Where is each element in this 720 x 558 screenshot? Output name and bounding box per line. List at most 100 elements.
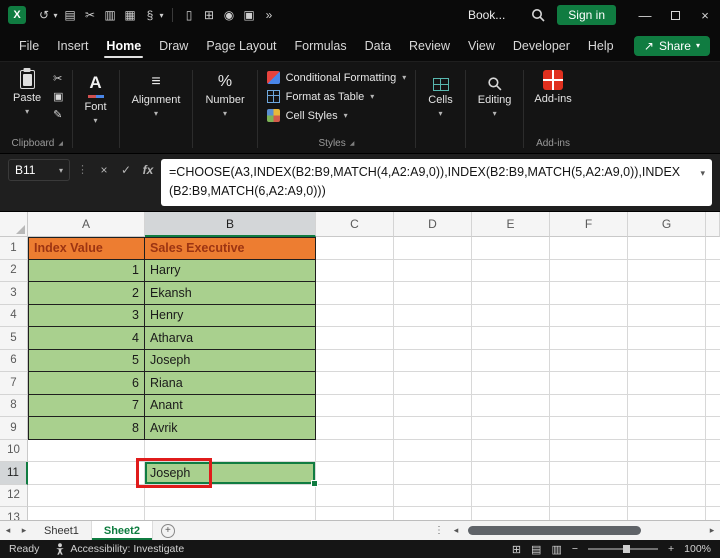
formula-input[interactable]: =CHOOSE(A3,INDEX(B2:B9,MATCH(4,A2:A9,0))… (161, 159, 712, 206)
cancel-button[interactable]: × (95, 159, 113, 181)
tab-file[interactable]: File (10, 30, 48, 61)
cell-D11[interactable] (394, 462, 472, 485)
alignment-button[interactable]: ≡ Alignment ▾ (123, 65, 190, 124)
tab-formulas[interactable]: Formulas (286, 30, 356, 61)
column-header-F[interactable]: F (550, 212, 628, 237)
cell-E4[interactable] (472, 304, 550, 327)
cell-G4[interactable] (628, 304, 706, 327)
scrollbar-track[interactable] (464, 521, 704, 540)
column-header-partial[interactable] (706, 212, 720, 237)
tab-data[interactable]: Data (356, 30, 400, 61)
cell-C11[interactable] (316, 462, 394, 485)
row-header-1[interactable]: 1 (0, 237, 28, 260)
paste-button[interactable]: Paste ▾ (6, 65, 48, 121)
row-header-5[interactable]: 5 (0, 327, 28, 350)
zoom-level[interactable]: 100% (684, 543, 711, 555)
cell-A6[interactable]: 5 (28, 349, 145, 372)
cell-A11[interactable] (28, 462, 145, 485)
sheet-tab-sheet2[interactable]: Sheet2 (91, 521, 153, 540)
accessibility-status[interactable]: Accessibility: Investigate (55, 543, 184, 555)
cell-G6[interactable] (628, 349, 706, 372)
cell-A10[interactable] (28, 439, 145, 462)
cell-B9[interactable]: Avrik (145, 417, 316, 440)
tab-draw[interactable]: Draw (150, 30, 197, 61)
cell-D10[interactable] (394, 439, 472, 462)
cell-F3[interactable] (550, 282, 628, 305)
row-header-8[interactable]: 8 (0, 394, 28, 417)
cell-E7[interactable] (472, 372, 550, 395)
sign-in-button[interactable]: Sign in (557, 5, 616, 25)
insert-function-button[interactable]: fx (139, 159, 157, 181)
cell-E13[interactable] (472, 507, 550, 520)
cell-G9[interactable] (628, 417, 706, 440)
cell-C8[interactable] (316, 394, 394, 417)
cell-A3[interactable]: 2 (28, 282, 145, 305)
cell-G5[interactable] (628, 327, 706, 350)
cell-C5[interactable] (316, 327, 394, 350)
chevron-down-icon[interactable]: ▾ (157, 11, 166, 20)
cell-B7[interactable]: Riana (145, 372, 316, 395)
conditional-formatting-button[interactable]: Conditional Formatting ▾ (266, 71, 406, 84)
cell-F6[interactable] (550, 349, 628, 372)
cell-D12[interactable] (394, 484, 472, 507)
cell[interactable] (706, 485, 720, 507)
cell-G1[interactable] (628, 237, 706, 260)
cell-E3[interactable] (472, 282, 550, 305)
row-header-4[interactable]: 4 (0, 304, 28, 327)
cell-A1[interactable]: Index Value (28, 237, 145, 260)
cell-E9[interactable] (472, 417, 550, 440)
select-all-corner[interactable] (0, 212, 28, 237)
cell-C1[interactable] (316, 237, 394, 260)
sheet-nav-right-icon[interactable]: ▸ (16, 525, 32, 536)
cell[interactable] (706, 260, 720, 282)
cell-B8[interactable]: Anant (145, 394, 316, 417)
dialog-launcher-icon[interactable]: ◢ (350, 140, 355, 147)
cells-button[interactable]: Cells ▾ (419, 65, 461, 124)
cell-A4[interactable]: 3 (28, 304, 145, 327)
format-painter-button[interactable]: ✎ (53, 108, 63, 121)
cell-F9[interactable] (550, 417, 628, 440)
cell-C2[interactable] (316, 259, 394, 282)
cell-G7[interactable] (628, 372, 706, 395)
cell-D8[interactable] (394, 394, 472, 417)
cell-G10[interactable] (628, 439, 706, 462)
cell-A12[interactable] (28, 484, 145, 507)
cell-B4[interactable]: Henry (145, 304, 316, 327)
row-header-7[interactable]: 7 (0, 372, 28, 395)
column-header-A[interactable]: A (28, 212, 145, 237)
tab-view[interactable]: View (459, 30, 504, 61)
formula-bar-expand-icon[interactable]: ▾ (700, 164, 705, 183)
tab-insert[interactable]: Insert (48, 30, 97, 61)
cell-styles-button[interactable]: Cell Styles ▾ (266, 109, 407, 122)
new-sheet-button[interactable]: + (160, 523, 175, 538)
cell-A5[interactable]: 4 (28, 327, 145, 350)
row-header-11[interactable]: 11 (0, 462, 28, 485)
scroll-right-icon[interactable]: ▸ (704, 525, 720, 536)
cell-E10[interactable] (472, 439, 550, 462)
table-icon[interactable]: ▣ (239, 8, 259, 22)
grid-icon[interactable]: ⊞ (199, 8, 219, 22)
cell[interactable] (706, 462, 720, 485)
cell[interactable] (706, 282, 720, 305)
cell-B11-active[interactable]: Joseph (145, 462, 318, 486)
cell-F4[interactable] (550, 304, 628, 327)
cell-E6[interactable] (472, 349, 550, 372)
row-header-10[interactable]: 10 (0, 439, 28, 462)
cell-C13[interactable] (316, 507, 394, 520)
cell-C12[interactable] (316, 484, 394, 507)
sheet-tab-sheet1[interactable]: Sheet1 (32, 521, 92, 540)
cell-F1[interactable] (550, 237, 628, 260)
cell-F2[interactable] (550, 259, 628, 282)
cell-D1[interactable] (394, 237, 472, 260)
column-header-B[interactable]: B (145, 212, 316, 237)
normal-view-icon[interactable]: ⊞ (512, 543, 521, 556)
name-box[interactable]: B11 ▾ (8, 159, 70, 181)
row-header-12[interactable]: 12 (0, 484, 28, 507)
column-header-G[interactable]: G (628, 212, 706, 237)
tab-home[interactable]: Home (97, 30, 150, 61)
scroll-left-icon[interactable]: ◂ (448, 525, 464, 536)
tab-scrollbar-divider[interactable]: ⋮ (430, 525, 448, 536)
zoom-in-button[interactable]: + (668, 543, 674, 555)
cell-D3[interactable] (394, 282, 472, 305)
cell-F8[interactable] (550, 394, 628, 417)
